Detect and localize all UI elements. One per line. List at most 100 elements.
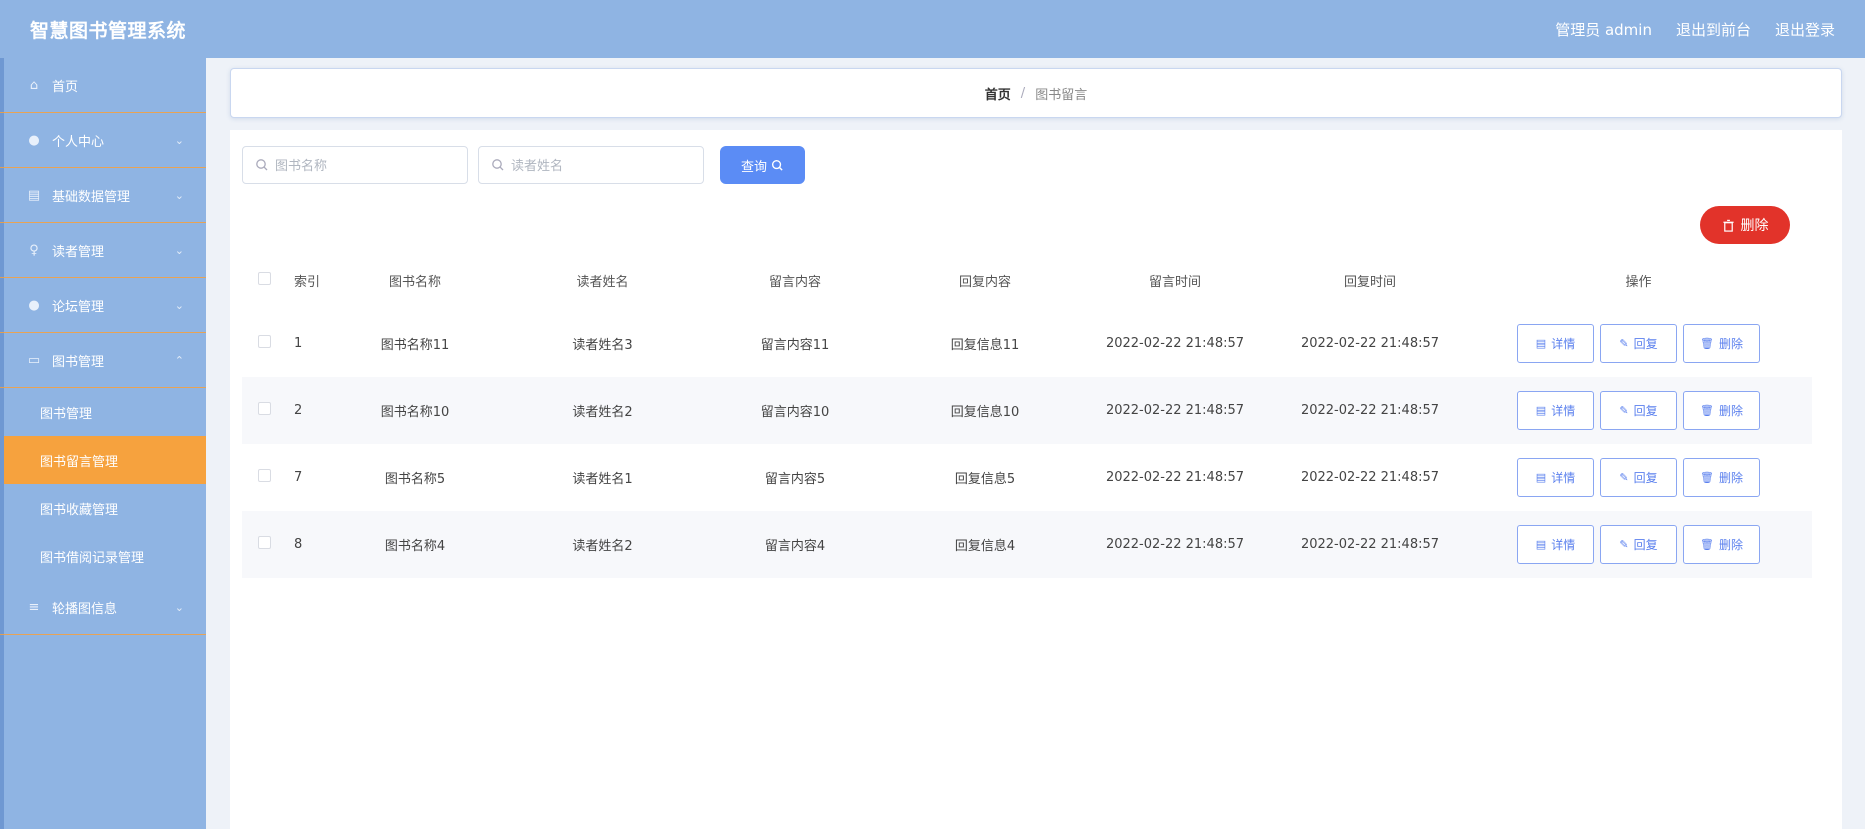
sidebar-item-books[interactable]: ▭ 图书管理 ⌃ bbox=[0, 333, 206, 388]
row-reply: 回复信息4 bbox=[954, 539, 1016, 554]
row-reply: 回复信息5 bbox=[954, 472, 1016, 487]
search-icon bbox=[492, 159, 504, 171]
row-actions: ▤ 详情 ✎ 回复 🗑 删除 bbox=[1465, 511, 1812, 578]
row-msg-time: 2022-02-22 21:48:57 bbox=[1105, 537, 1245, 552]
screen-icon: ▭ bbox=[27, 352, 41, 368]
book-name-input[interactable] bbox=[275, 157, 455, 173]
reply-button[interactable]: ✎ 回复 bbox=[1600, 525, 1677, 564]
row-content: 留言内容11 bbox=[760, 338, 830, 353]
document-icon: ▤ bbox=[1535, 538, 1547, 551]
row-content: 留言内容4 bbox=[764, 539, 826, 554]
search-icon bbox=[256, 159, 268, 171]
row-index: 1 bbox=[294, 336, 303, 351]
sidebar-item-home[interactable]: ⌂ 首页 bbox=[0, 58, 206, 113]
row-actions: ▤ 详情 ✎ 回复 🗑 删除 bbox=[1465, 310, 1812, 377]
row-msg-time: 2022-02-22 21:48:57 bbox=[1105, 336, 1245, 351]
home-icon: ⌂ bbox=[29, 77, 39, 93]
document-icon: ▤ bbox=[1535, 471, 1547, 484]
trash-icon: 🗑 bbox=[1700, 337, 1714, 350]
breadcrumb-current: 图书留言 bbox=[1035, 87, 1088, 103]
query-button[interactable]: 查询 bbox=[720, 146, 805, 184]
reader-name-search[interactable] bbox=[478, 146, 704, 184]
sidebar-item-carousel[interactable]: ≡ 轮播图信息 ⌄ bbox=[0, 580, 206, 635]
reply-button[interactable]: ✎ 回复 bbox=[1600, 458, 1677, 497]
row-book-name: 图书名称4 bbox=[384, 539, 446, 554]
batch-delete-button[interactable]: 删除 bbox=[1700, 206, 1790, 244]
reader-name-input[interactable] bbox=[511, 157, 691, 173]
row-reply-time: 2022-02-22 21:48:57 bbox=[1300, 470, 1440, 485]
trash-icon: 🗑 bbox=[1700, 538, 1714, 551]
breadcrumb: 首页 / 图书留言 bbox=[230, 68, 1842, 118]
sidebar-item-label: 个人中心 bbox=[52, 134, 105, 150]
sidebar-item-readers[interactable]: ♀ 读者管理 ⌄ bbox=[0, 223, 206, 278]
row-book-name: 图书名称5 bbox=[384, 472, 446, 487]
breadcrumb-separator: / bbox=[1020, 85, 1026, 101]
sidebar-subitem-book-favorites[interactable]: 图书收藏管理 bbox=[0, 484, 206, 532]
breadcrumb-home[interactable]: 首页 bbox=[985, 84, 1011, 103]
header-reply-time: 回复时间 bbox=[1343, 274, 1396, 290]
row-checkbox[interactable] bbox=[257, 402, 271, 415]
reply-button[interactable]: ✎ 回复 bbox=[1600, 391, 1677, 430]
row-checkbox[interactable] bbox=[257, 335, 271, 348]
sidebar-subitem-borrow-records[interactable]: 图书借阅记录管理 bbox=[0, 532, 206, 580]
sidebar-item-label: 轮播图信息 bbox=[52, 601, 118, 617]
table-row: 1 图书名称11 读者姓名3 留言内容11 回复信息11 2022-02-22 21:48… bbox=[242, 310, 1812, 377]
header-content: 留言内容 bbox=[768, 274, 821, 290]
reply-button[interactable]: ✎ 回复 bbox=[1600, 324, 1677, 363]
trash-icon bbox=[1722, 219, 1734, 232]
delete-button[interactable]: 🗑 删除 bbox=[1683, 324, 1760, 363]
trash-icon: 🗑 bbox=[1700, 404, 1714, 417]
delete-button[interactable]: 🗑 删除 bbox=[1683, 391, 1760, 430]
exit-to-front-link[interactable]: 退出到前台 bbox=[1676, 19, 1751, 40]
admin-link[interactable]: 管理员 admin bbox=[1555, 19, 1652, 40]
detail-button[interactable]: ▤ 详情 bbox=[1517, 525, 1594, 564]
detail-button[interactable]: ▤ 详情 bbox=[1517, 458, 1594, 497]
row-checkbox[interactable] bbox=[257, 536, 271, 549]
row-reader-name: 读者姓名2 bbox=[572, 539, 633, 554]
user-icon: ● bbox=[28, 132, 40, 148]
header-actions: 操作 bbox=[1625, 274, 1652, 290]
row-reply-time: 2022-02-22 21:48:57 bbox=[1300, 403, 1440, 418]
pin-icon: ♀ bbox=[29, 242, 39, 258]
table-body: 1 图书名称11 读者姓名3 留言内容11 回复信息11 2022-02-22 21:48… bbox=[242, 310, 1812, 578]
sidebar-subitem-book-manage[interactable]: 图书管理 bbox=[0, 388, 206, 436]
chevron-down-icon: ⌄ bbox=[174, 298, 184, 312]
edit-icon: ✎ bbox=[1619, 538, 1629, 551]
sidebar-item-label: 首页 bbox=[52, 79, 79, 95]
main-content: 首页 / 图书留言 查询 删除 索引 图书名称 读者姓 bbox=[206, 58, 1865, 829]
table-row: 7 图书名称5 读者姓名1 留言内容5 回复信息5 2022-02-22 21:48:57… bbox=[242, 444, 1812, 511]
delete-button[interactable]: 🗑 删除 bbox=[1683, 525, 1760, 564]
row-index: 7 bbox=[294, 470, 303, 485]
row-book-name: 图书名称10 bbox=[380, 405, 450, 420]
sidebar-item-label: 图书管理 bbox=[52, 354, 105, 370]
logout-link[interactable]: 退出登录 bbox=[1775, 19, 1835, 40]
content-panel: 查询 删除 索引 图书名称 读者姓名 留言内容 回复内容 留言时间 回复时间 操… bbox=[230, 130, 1842, 829]
sidebar-item-personal[interactable]: ● 个人中心 ⌄ bbox=[0, 113, 206, 168]
sidebar-item-label: 论坛管理 bbox=[52, 299, 105, 315]
row-checkbox[interactable] bbox=[257, 469, 271, 482]
sidebar-item-forum[interactable]: ● 论坛管理 ⌄ bbox=[0, 278, 206, 333]
row-index: 2 bbox=[294, 403, 303, 418]
sidebar-item-base-data[interactable]: ▤ 基础数据管理 ⌄ bbox=[0, 168, 206, 223]
chevron-down-icon: ⌄ bbox=[174, 600, 184, 614]
top-header: 智慧图书管理系统 管理员 admin 退出到前台 退出登录 bbox=[0, 0, 1865, 58]
row-reply: 回复信息11 bbox=[950, 338, 1020, 353]
sidebar-subitem-book-messages[interactable]: 图书留言管理 bbox=[0, 436, 206, 484]
detail-button[interactable]: ▤ 详情 bbox=[1517, 391, 1594, 430]
query-button-label: 查询 bbox=[740, 159, 767, 175]
row-msg-time: 2022-02-22 21:48:57 bbox=[1105, 470, 1245, 485]
grid-icon: ▤ bbox=[27, 187, 41, 203]
row-content: 留言内容10 bbox=[760, 405, 830, 420]
chevron-down-icon: ⌄ bbox=[174, 133, 184, 147]
header-index: 索引 bbox=[294, 274, 321, 290]
edit-icon: ✎ bbox=[1619, 471, 1629, 484]
table-header-row: 索引 图书名称 读者姓名 留言内容 回复内容 留言时间 回复时间 操作 bbox=[242, 250, 1812, 310]
row-msg-time: 2022-02-22 21:48:57 bbox=[1105, 403, 1245, 418]
book-name-search[interactable] bbox=[242, 146, 468, 184]
menu-icon: ≡ bbox=[28, 599, 40, 615]
select-all-checkbox[interactable] bbox=[257, 271, 271, 285]
delete-button[interactable]: 🗑 删除 bbox=[1683, 458, 1760, 497]
detail-button[interactable]: ▤ 详情 bbox=[1517, 324, 1594, 363]
edit-icon: ✎ bbox=[1619, 404, 1629, 417]
row-reply: 回复信息10 bbox=[950, 405, 1020, 420]
